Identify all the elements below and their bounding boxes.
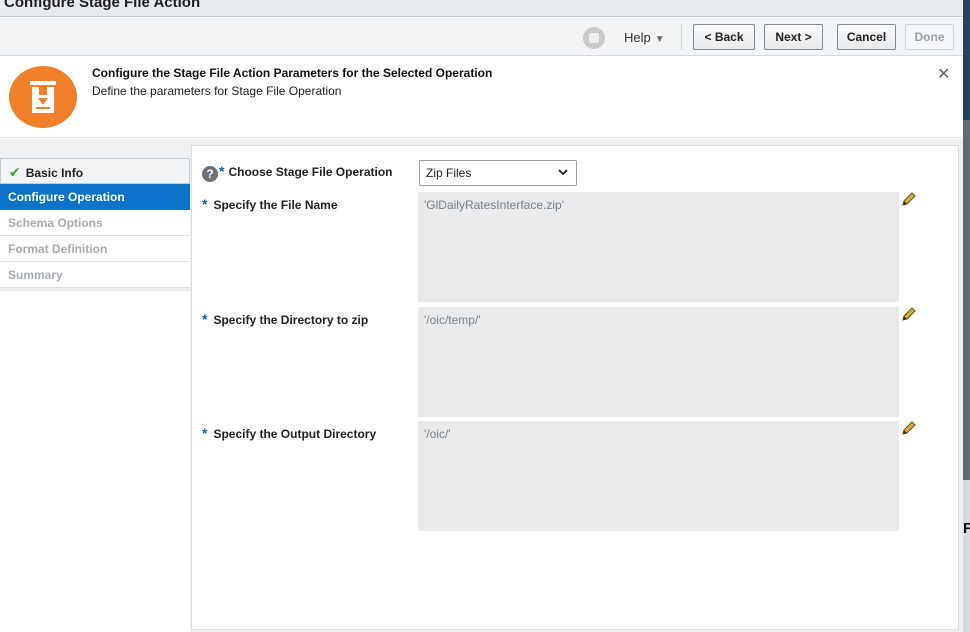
nav-item-label: Basic Info xyxy=(25,166,84,180)
chevron-down-icon xyxy=(558,169,568,176)
header-subtitle: Define the parameters for Stage File Ope… xyxy=(92,84,342,98)
configure-operation-form: ? * Choose Stage File Operation Zip Files … xyxy=(191,145,959,630)
nav-item-schema-options[interactable]: Schema Options xyxy=(0,210,190,236)
background-app-segment xyxy=(963,120,970,480)
nav-item-basic-info[interactable]: ✔ Basic Info xyxy=(0,158,190,184)
header-title: Configure the Stage File Action Paramete… xyxy=(92,66,493,80)
help-menu-label: Help xyxy=(624,30,651,45)
user-avatar-icon[interactable] xyxy=(583,27,605,49)
directory-label-text: Specify the Directory to zip xyxy=(213,313,369,327)
output-directory-label-text: Specify the Output Directory xyxy=(213,427,377,441)
required-marker: * xyxy=(202,196,208,212)
directory-label: * Specify the Directory to zip xyxy=(202,311,368,327)
required-marker: * xyxy=(202,311,208,327)
file-name-label-text: Specify the File Name xyxy=(213,198,338,212)
dialog-title: Configure Stage File Action xyxy=(4,0,201,11)
wizard-toolbar: Help ▼ < Back Next > Cancel Done xyxy=(0,18,963,56)
file-name-field[interactable]: 'GlDailyRatesInterface.zip' xyxy=(418,192,899,302)
help-icon[interactable]: ? xyxy=(202,166,218,182)
background-app-segment xyxy=(963,480,970,632)
chevron-down-icon: ▼ xyxy=(654,34,665,45)
done-button[interactable]: Done xyxy=(905,24,954,50)
cancel-button[interactable]: Cancel xyxy=(837,24,896,50)
nav-item-summary[interactable]: Summary xyxy=(0,262,190,288)
output-directory-label: * Specify the Output Directory xyxy=(202,425,376,441)
pencil-icon[interactable] xyxy=(901,306,917,322)
next-button[interactable]: Next > xyxy=(764,24,823,50)
operation-select-value: Zip Files xyxy=(426,166,472,180)
stage-file-glyph xyxy=(30,81,56,113)
background-app-strip: F xyxy=(963,0,970,632)
help-menu[interactable]: Help ▼ xyxy=(624,30,665,45)
background-app-segment xyxy=(963,0,970,120)
output-directory-field[interactable]: '/oic/' xyxy=(418,421,899,531)
nav-item-configure-operation[interactable]: Configure Operation xyxy=(0,184,190,210)
nav-empty-area xyxy=(0,290,190,632)
wizard-header: Configure the Stage File Action Paramete… xyxy=(0,57,963,138)
pencil-icon[interactable] xyxy=(901,191,917,207)
stage-file-icon xyxy=(9,66,77,128)
required-marker: * xyxy=(202,425,208,441)
background-app-text: F xyxy=(963,520,970,537)
nav-item-format-definition[interactable]: Format Definition xyxy=(0,236,190,262)
required-marker: * xyxy=(219,163,225,179)
file-name-label: * Specify the File Name xyxy=(202,196,338,212)
pencil-icon[interactable] xyxy=(901,420,917,436)
close-icon[interactable]: ✕ xyxy=(937,64,950,84)
toolbar-divider xyxy=(681,24,682,50)
operation-select[interactable]: Zip Files xyxy=(419,160,577,186)
wizard-steps-nav: ✔ Basic Info Configure Operation Schema O… xyxy=(0,158,190,288)
check-icon: ✔ xyxy=(9,164,21,180)
operation-label-text: Choose Stage File Operation xyxy=(228,165,393,179)
operation-label: ? * Choose Stage File Operation xyxy=(202,163,392,182)
back-button[interactable]: < Back xyxy=(693,24,755,50)
dialog-title-bar: Configure Stage File Action xyxy=(0,0,963,17)
directory-field[interactable]: '/oic/temp/' xyxy=(418,307,899,417)
